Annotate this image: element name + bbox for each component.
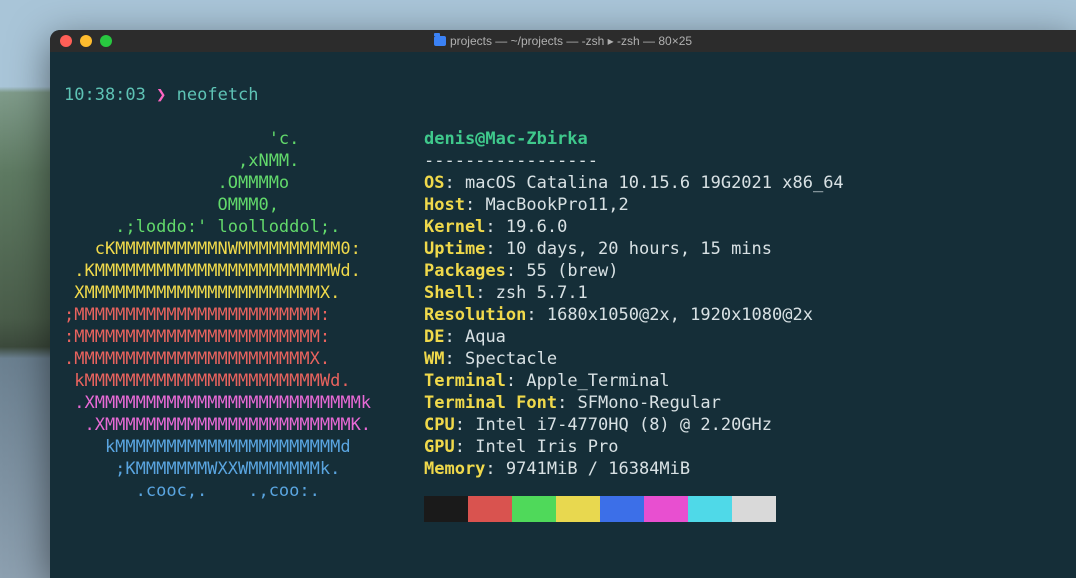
wm-value: Spectacle: [465, 349, 557, 369]
ascii-line: .;loddo:' loolloddol;.: [64, 217, 340, 237]
ascii-line: kMMMMMMMMMMMMMMMMMMMMMMd: [64, 437, 351, 457]
resolution-label: Resolution: [424, 305, 526, 325]
memory-value: 9741MiB / 16384MiB: [506, 459, 690, 479]
close-button[interactable]: [60, 35, 72, 47]
neofetch-output: 'c. ,xNMM. .OMMMMo OMMM0, .;loddo:' lool…: [64, 128, 1062, 522]
uptime-value: 10 days, 20 hours, 15 mins: [506, 239, 772, 259]
os-value: macOS Catalina 10.15.6 19G2021 x86_64: [465, 173, 844, 193]
ascii-line: .XMMMMMMMMMMMMMMMMMMMMMMMMK.: [64, 415, 371, 435]
font-label: Terminal Font: [424, 393, 557, 413]
host-value: MacBookPro11,2: [485, 195, 628, 215]
folder-icon: [434, 36, 446, 46]
ascii-line: .KMMMMMMMMMMMMMMMMMMMMMMMWd.: [64, 261, 361, 281]
color-swatch: [732, 496, 776, 522]
ascii-line: ,xNMM.: [64, 151, 299, 171]
gpu-value: Intel Iris Pro: [475, 437, 618, 457]
resolution-value: 1680x1050@2x, 1920x1080@2x: [547, 305, 813, 325]
ascii-line: OMMM0,: [64, 195, 279, 215]
color-swatch: [644, 496, 688, 522]
gpu-label: GPU: [424, 437, 455, 457]
separator: -----------------: [424, 151, 598, 171]
shell-label: Shell: [424, 283, 475, 303]
color-swatch: [512, 496, 556, 522]
ascii-line: ;KMMMMMMMWXXWMMMMMMMk.: [64, 459, 340, 479]
ascii-line: .OMMMMo: [64, 173, 289, 193]
terminal-value: Apple_Terminal: [526, 371, 669, 391]
de-value: Aqua: [465, 327, 506, 347]
ascii-line: .cooc,. .,coo:.: [64, 481, 320, 501]
minimize-button[interactable]: [80, 35, 92, 47]
ascii-line: .MMMMMMMMMMMMMMMMMMMMMMMX.: [64, 349, 330, 369]
color-swatches: [424, 496, 1062, 522]
memory-label: Memory: [424, 459, 485, 479]
ascii-line: ;MMMMMMMMMMMMMMMMMMMMMMMM:: [64, 305, 330, 325]
color-swatch: [600, 496, 644, 522]
terminal-label: Terminal: [424, 371, 506, 391]
wm-label: WM: [424, 349, 444, 369]
cpu-value: Intel i7-4770HQ (8) @ 2.20GHz: [475, 415, 772, 435]
prompt-command: neofetch: [177, 84, 259, 106]
packages-label: Packages: [424, 261, 506, 281]
maximize-button[interactable]: [100, 35, 112, 47]
desktop-background: projects — ~/projects — -zsh ▸ -zsh — 80…: [0, 0, 1076, 578]
uptime-label: Uptime: [424, 239, 485, 259]
window-title-text: projects — ~/projects — -zsh ▸ -zsh — 80…: [450, 34, 692, 48]
os-label: OS: [424, 173, 444, 193]
ascii-line: XMMMMMMMMMMMMMMMMMMMMMMMX.: [64, 283, 340, 303]
terminal-window[interactable]: projects — ~/projects — -zsh ▸ -zsh — 80…: [50, 30, 1076, 578]
window-title: projects — ~/projects — -zsh ▸ -zsh — 80…: [50, 34, 1076, 48]
terminal-content[interactable]: 10:38:03 ❯ neofetch 'c. ,xNMM. .OMMMMo O…: [50, 52, 1076, 578]
title-bar[interactable]: projects — ~/projects — -zsh ▸ -zsh — 80…: [50, 30, 1076, 52]
system-info: denis@Mac-Zbirka ----------------- OS: m…: [424, 128, 1062, 522]
font-value: SFMono-Regular: [578, 393, 721, 413]
color-swatch: [424, 496, 468, 522]
kernel-label: Kernel: [424, 217, 485, 237]
traffic-lights: [50, 35, 112, 47]
ascii-line: cKMMMMMMMMMMNWMMMMMMMMMM0:: [64, 239, 361, 259]
color-swatch: [468, 496, 512, 522]
kernel-value: 19.6.0: [506, 217, 567, 237]
ascii-line: :MMMMMMMMMMMMMMMMMMMMMMMM:: [64, 327, 330, 347]
prompt-time: 10:38:03: [64, 84, 146, 106]
color-swatch: [688, 496, 732, 522]
color-swatch: [556, 496, 600, 522]
shell-value: zsh 5.7.1: [496, 283, 588, 303]
de-label: DE: [424, 327, 444, 347]
ascii-line: .XMMMMMMMMMMMMMMMMMMMMMMMMMMk: [64, 393, 371, 413]
user-host: denis@Mac-Zbirka: [424, 129, 588, 149]
ascii-line: kMMMMMMMMMMMMMMMMMMMMMMMWd.: [64, 371, 351, 391]
host-label: Host: [424, 195, 465, 215]
packages-value: 55 (brew): [526, 261, 618, 281]
ascii-logo: 'c. ,xNMM. .OMMMMo OMMM0, .;loddo:' lool…: [64, 128, 424, 522]
prompt-line: 10:38:03 ❯ neofetch: [64, 84, 1062, 106]
prompt-arrow: ❯: [156, 84, 166, 106]
ascii-line: 'c.: [64, 129, 299, 149]
cpu-label: CPU: [424, 415, 455, 435]
